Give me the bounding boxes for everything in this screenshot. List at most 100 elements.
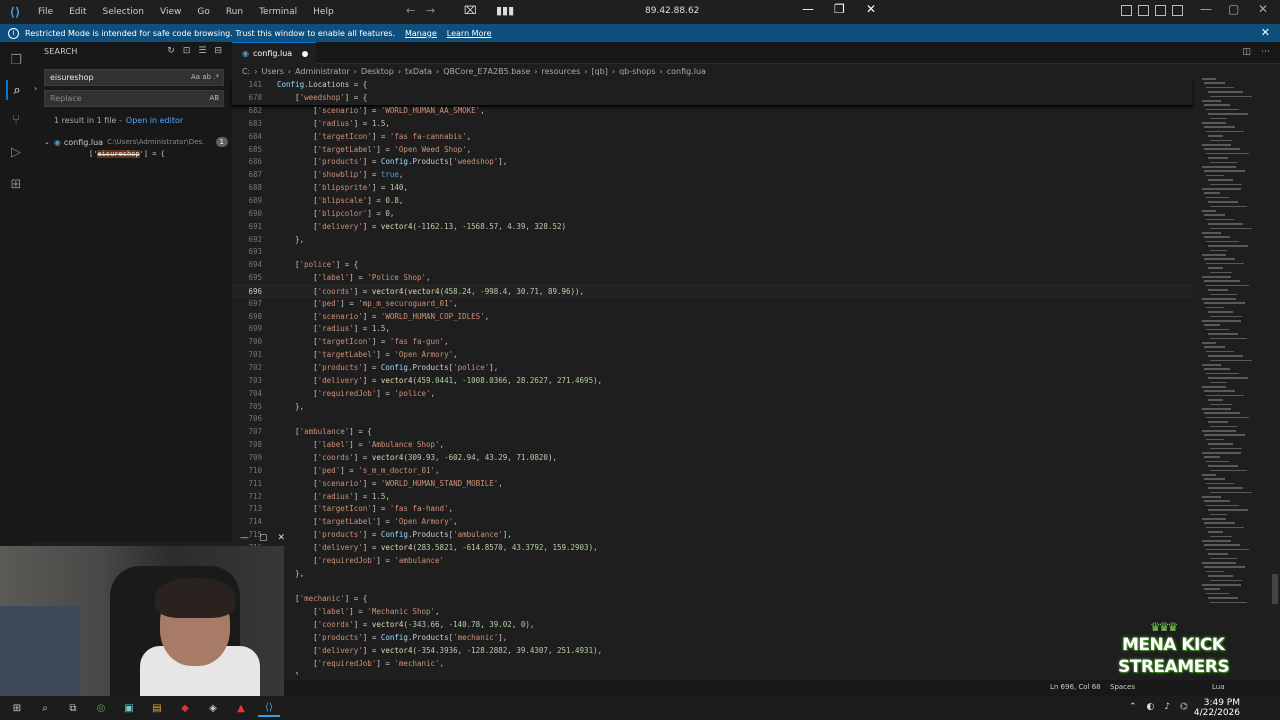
- task-view-icon[interactable]: ⧉: [62, 699, 84, 717]
- breadcrumb-segment[interactable]: qb-shops: [619, 67, 655, 76]
- breadcrumb-segment[interactable]: [qb]: [591, 67, 607, 76]
- source-control-icon[interactable]: ⑂: [6, 110, 26, 130]
- menu-file[interactable]: File: [30, 0, 61, 24]
- close-remote-icon[interactable]: ✕: [866, 2, 876, 16]
- app-icon-1[interactable]: ▣: [118, 699, 140, 717]
- maximize-icon[interactable]: ▢: [1228, 2, 1239, 16]
- search-input[interactable]: eisureshop Aa ab .*: [44, 69, 224, 86]
- code-line[interactable]: 711 ['scenario'] = 'WORLD_HUMAN_STAND_MO…: [232, 478, 1192, 491]
- webcam-minimize-icon[interactable]: —: [240, 533, 249, 543]
- explorer-icon[interactable]: ❐: [6, 50, 26, 70]
- vscode-taskbar-icon[interactable]: ⟨⟩: [258, 699, 280, 717]
- code-line[interactable]: 703 ['delivery'] = vector4(459.0441, -10…: [232, 375, 1192, 388]
- menu-help[interactable]: Help: [305, 0, 342, 24]
- tab-config-lua[interactable]: ◉ config.lua: [232, 42, 316, 64]
- code-line[interactable]: 722 ['coords'] = vector4(-343.66, -140.7…: [232, 619, 1192, 632]
- code-line[interactable]: 695 ['label'] = 'Police Shop',: [232, 272, 1192, 285]
- code-line[interactable]: 720 ['mechanic'] = {: [232, 593, 1192, 606]
- code-line[interactable]: 694 ['police'] = {: [232, 259, 1192, 272]
- collapse-all-icon[interactable]: ⊟: [214, 46, 222, 56]
- menu-selection[interactable]: Selection: [95, 0, 152, 24]
- new-search-editor-icon[interactable]: ⊡: [183, 46, 191, 56]
- chevron-down-icon[interactable]: ⌄: [44, 138, 50, 146]
- unsaved-dot-icon[interactable]: [302, 50, 309, 57]
- code-line[interactable]: 726 },: [232, 670, 1192, 675]
- code-line[interactable]: 701 ['targetLabel'] = 'Open Armory',: [232, 349, 1192, 362]
- code-line[interactable]: 699 ['radius'] = 1.5,: [232, 323, 1192, 336]
- extensions-icon[interactable]: ⊞: [6, 174, 26, 194]
- result-file-row[interactable]: ⌄ ◉ config.lua C:\Users\Administrator\De…: [44, 135, 230, 149]
- app-icon-3[interactable]: ◈: [202, 699, 224, 717]
- code-line[interactable]: 719: [232, 580, 1192, 593]
- vertical-scrollbar[interactable]: [1270, 64, 1280, 696]
- code-line[interactable]: 691 ['delivery'] = vector4(-1162.13, -15…: [232, 221, 1192, 234]
- refresh-icon[interactable]: ↻: [167, 46, 175, 56]
- app-icon-2[interactable]: ◆: [174, 699, 196, 717]
- code-line[interactable]: 686 ['products'] = Config.Products['weed…: [232, 156, 1192, 169]
- replace-input[interactable]: Replace AB: [44, 90, 224, 107]
- remote-disconnect-icon[interactable]: ⌧: [464, 4, 477, 17]
- code-line[interactable]: 692 },: [232, 234, 1192, 247]
- minimap[interactable]: [1196, 64, 1266, 696]
- breadcrumb-segment[interactable]: Administrator: [295, 67, 350, 76]
- breadcrumb-segment[interactable]: txData: [405, 67, 432, 76]
- minimize-remote-icon[interactable]: —: [802, 2, 814, 16]
- learn-more-link[interactable]: Learn More: [447, 29, 492, 38]
- layout-secondary-icon[interactable]: [1155, 5, 1166, 16]
- chrome-icon[interactable]: ◎: [90, 699, 112, 717]
- banner-close-icon[interactable]: ✕: [1261, 26, 1270, 39]
- taskbar-search-icon[interactable]: ⌕: [34, 699, 56, 717]
- code-line[interactable]: 715 ['products'] = Config.Products['ambu…: [232, 529, 1192, 542]
- code-line[interactable]: 725 ['requiredJob'] = 'mechanic',: [232, 658, 1192, 671]
- code-line[interactable]: 696 ['coords'] = vector4(vector4(458.24,…: [232, 284, 1192, 298]
- sticky-line[interactable]: 141 Config.Locations = {: [232, 79, 1192, 92]
- webcam-close-icon[interactable]: ✕: [278, 533, 286, 543]
- menu-go[interactable]: Go: [189, 0, 217, 24]
- menu-view[interactable]: View: [152, 0, 189, 24]
- code-line[interactable]: 724 ['delivery'] = vector4(-354.3936, -1…: [232, 645, 1192, 658]
- code-line[interactable]: 687 ['showblip'] = true,: [232, 169, 1192, 182]
- clock[interactable]: 3:49 PM 4/22/2026: [1194, 698, 1240, 718]
- forward-arrow-icon[interactable]: →: [426, 4, 435, 17]
- clear-results-icon[interactable]: ☰: [198, 46, 206, 56]
- code-line[interactable]: 716 ['delivery'] = vector4(283.5821, -61…: [232, 542, 1192, 555]
- code-editor[interactable]: 682 ['scenario'] = 'WORLD_HUMAN_AA_SMOKE…: [232, 105, 1192, 675]
- menu-terminal[interactable]: Terminal: [251, 0, 305, 24]
- code-line[interactable]: 685 ['targetLabel'] = 'Open Weed Shop',: [232, 144, 1192, 157]
- result-match-line[interactable]: ['eisureshop'] = {: [89, 150, 165, 158]
- menu-run[interactable]: Run: [218, 0, 251, 24]
- customize-layout-icon[interactable]: [1172, 5, 1183, 16]
- code-line[interactable]: 697 ['ped'] = 'mp_m_securoguard_01',: [232, 298, 1192, 311]
- webcam-restore-icon[interactable]: ▢: [259, 533, 268, 543]
- code-line[interactable]: 700 ['targetIcon'] = 'fas fa-gun',: [232, 336, 1192, 349]
- layout-sidebar-icon[interactable]: [1121, 5, 1132, 16]
- code-line[interactable]: 683 ['radius'] = 1.5,: [232, 118, 1192, 131]
- sticky-line[interactable]: 678 ['weedshop'] = {: [232, 92, 1192, 105]
- split-editor-icon[interactable]: ◫: [1242, 47, 1251, 57]
- code-line[interactable]: 717 ['requiredJob'] = 'ambulance': [232, 555, 1192, 568]
- breadcrumb-segment[interactable]: C:: [242, 67, 250, 76]
- code-line[interactable]: 693: [232, 246, 1192, 259]
- network-icon[interactable]: ⌬: [1180, 702, 1188, 712]
- tray-expand-icon[interactable]: ⌃: [1129, 702, 1137, 712]
- breadcrumb-segment[interactable]: resources: [542, 67, 581, 76]
- code-line[interactable]: 705 },: [232, 401, 1192, 414]
- code-line[interactable]: 707 ['ambulance'] = {: [232, 426, 1192, 439]
- code-line[interactable]: 713 ['targetIcon'] = 'fas fa-hand',: [232, 503, 1192, 516]
- code-line[interactable]: 723 ['products'] = Config.Products['mech…: [232, 632, 1192, 645]
- breadcrumb-segment[interactable]: Desktop: [361, 67, 394, 76]
- scrollbar-thumb[interactable]: [1272, 574, 1278, 604]
- volume-icon[interactable]: ♪: [1164, 702, 1170, 712]
- tray-app-icon[interactable]: ◐: [1147, 702, 1155, 712]
- close-icon[interactable]: ✕: [1258, 2, 1268, 16]
- breadcrumb-segment[interactable]: Users: [261, 67, 283, 76]
- search-icon[interactable]: ⌕: [6, 80, 26, 100]
- code-line[interactable]: 690 ['blipcolor'] = 0,: [232, 208, 1192, 221]
- manage-link[interactable]: Manage: [405, 29, 437, 38]
- layout-panel-icon[interactable]: [1138, 5, 1149, 16]
- cursor-position[interactable]: Ln 696, Col 68: [1050, 683, 1101, 691]
- code-line[interactable]: 702 ['products'] = Config.Products['poli…: [232, 362, 1192, 375]
- code-line[interactable]: 706: [232, 413, 1192, 426]
- search-options[interactable]: Aa ab .*: [191, 70, 219, 85]
- code-line[interactable]: 721 ['label'] = 'Mechanic Shop',: [232, 606, 1192, 619]
